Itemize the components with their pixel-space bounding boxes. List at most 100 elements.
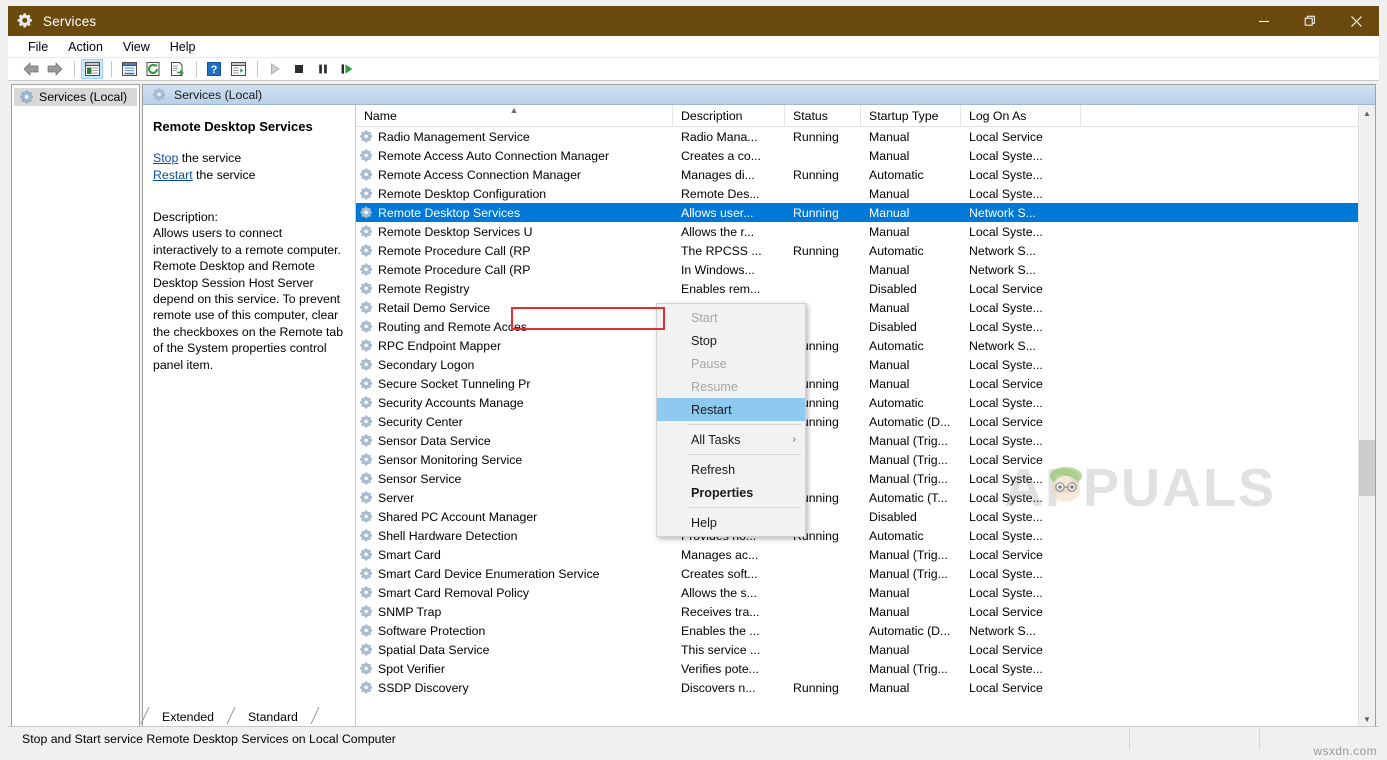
toolbar-separator — [111, 61, 112, 77]
table-row[interactable]: Shell Hardware DetectionProvides no...Ru… — [356, 526, 1375, 545]
table-row[interactable]: Sensor Data ServiceDelivers dat...Manual… — [356, 431, 1375, 450]
table-row[interactable]: Spatial Data Service This service ... Manu… — [356, 640, 1375, 659]
cell-name: Smart Card — [356, 545, 673, 564]
table-row[interactable]: Secure Socket Tunneling PrProvides su...… — [356, 374, 1375, 393]
cell-text: Automatic (D... — [869, 414, 951, 429]
cell-name: Radio Management Service — [356, 127, 673, 146]
context-menu-item-properties[interactable]: Properties — [657, 481, 805, 504]
table-row[interactable]: Remote Access Connection Manager Manages … — [356, 165, 1375, 184]
cell-text: Remote Procedure Call (RP — [378, 262, 531, 277]
column-header-name[interactable]: Name ▲ — [356, 105, 673, 126]
menu-help[interactable]: Help — [160, 38, 206, 56]
context-menu-item-all-tasks[interactable]: All Tasks › — [657, 428, 805, 451]
cell-text: Running — [793, 167, 839, 182]
table-row[interactable]: Shared PC Account ManagerManages pr...Di… — [356, 507, 1375, 526]
scroll-up-arrow-icon[interactable]: ▲ — [1359, 105, 1375, 122]
column-header-log-on-as[interactable]: Log On As — [961, 105, 1081, 126]
table-row[interactable]: Routing and Remote AccesOffers routi...D… — [356, 317, 1375, 336]
pause-service-icon[interactable] — [312, 59, 334, 79]
table-row[interactable]: Smart Card Device Enumeration Service Cre… — [356, 564, 1375, 583]
start-service-icon[interactable] — [264, 59, 286, 79]
table-row[interactable]: Remote Desktop Configuration Remote Des..… — [356, 184, 1375, 203]
table-row[interactable]: Remote Desktop Services U Allows the r...… — [356, 222, 1375, 241]
restart-service-link[interactable]: Restart — [153, 168, 193, 182]
properties-icon[interactable] — [118, 59, 140, 79]
table-row[interactable]: Smart Card Manages ac... Manual (Trig... Lo… — [356, 545, 1375, 564]
table-row[interactable]: Remote Registry Enables rem... Disabled Loc… — [356, 279, 1375, 298]
tab-standard[interactable]: Standard — [236, 709, 310, 725]
cell-text: Manual (Trig... — [869, 471, 948, 486]
menu-action[interactable]: Action — [58, 38, 113, 56]
table-row[interactable]: ServerSupports fil...RunningAutomatic (T… — [356, 488, 1375, 507]
service-gear-icon — [360, 149, 373, 162]
back-icon[interactable] — [20, 59, 42, 79]
context-menu-item-restart[interactable]: Restart — [657, 398, 805, 421]
refresh-icon[interactable] — [142, 59, 164, 79]
table-row[interactable]: SNMP Trap Receives tra... Manual Local Serv… — [356, 602, 1375, 621]
minimize-icon[interactable] — [1241, 6, 1287, 36]
context-menu-item-help[interactable]: Help — [657, 511, 805, 534]
stop-service-icon[interactable] — [288, 59, 310, 79]
cell-startup-type: Automatic — [861, 393, 961, 412]
restart-service-icon[interactable] — [336, 59, 358, 79]
cell-description: Allows user... — [673, 203, 785, 222]
scrollbar-track[interactable] — [1359, 122, 1375, 711]
context-menu-item-stop[interactable]: Stop — [657, 329, 805, 352]
table-row[interactable]: Software Protection Enables the ... Automa… — [356, 621, 1375, 640]
service-action-links: Stop the service Restart the service — [153, 150, 345, 184]
cell-text: Remote Registry — [378, 281, 470, 296]
table-row[interactable]: Security Accounts ManageThe startup ...R… — [356, 393, 1375, 412]
scrollbar-thumb[interactable] — [1359, 440, 1375, 496]
cell-name: Retail Demo Service — [356, 298, 673, 317]
stop-service-link[interactable]: Stop — [153, 151, 178, 165]
table-row[interactable]: Remote Desktop Services Allows user... Run… — [356, 203, 1375, 222]
cell-name: Remote Procedure Call (RP — [356, 260, 673, 279]
menu-view[interactable]: View — [113, 38, 160, 56]
cell-text: Manual (Trig... — [869, 433, 948, 448]
help-icon[interactable]: ? — [203, 59, 225, 79]
show-hide-console-tree-icon[interactable] — [81, 59, 103, 79]
close-icon[interactable] — [1333, 6, 1379, 36]
restore-icon[interactable] — [1287, 6, 1333, 36]
table-row[interactable]: Spot Verifier Verifies pote... Manual (Tri… — [356, 659, 1375, 678]
tab-extended[interactable]: Extended — [150, 709, 226, 725]
table-row[interactable]: Remote Procedure Call (RP The RPCSS ... Ru… — [356, 241, 1375, 260]
cell-log-on-as: Local Syste... — [961, 298, 1081, 317]
tree-node-services-local[interactable]: Services (Local) — [14, 88, 137, 106]
table-row[interactable]: SSDP Discovery Discovers n... Running Manua… — [356, 678, 1375, 697]
show-hide-action-pane-icon[interactable] — [227, 59, 249, 79]
forward-icon[interactable] — [44, 59, 66, 79]
cell-name: Sensor Monitoring Service — [356, 450, 673, 469]
table-row[interactable]: Retail Demo ServiceThe Retail D...Manual… — [356, 298, 1375, 317]
tree-node-label: Services (Local) — [39, 90, 128, 104]
cell-text: Sensor Service — [378, 471, 462, 486]
table-row[interactable]: Smart Card Removal Policy Allows the s...… — [356, 583, 1375, 602]
cell-log-on-as: Network S... — [961, 203, 1081, 222]
column-header-startup-type[interactable]: Startup Type — [861, 105, 961, 126]
cell-text: Security Center — [378, 414, 463, 429]
context-menu-item-refresh[interactable]: Refresh — [657, 458, 805, 481]
cell-log-on-as: Network S... — [961, 336, 1081, 355]
cell-log-on-as: Local Syste... — [961, 184, 1081, 203]
column-header-status[interactable]: Status — [785, 105, 861, 126]
services-gear-icon — [16, 12, 34, 30]
table-row[interactable]: Sensor Monitoring ServiceMonitors va...M… — [356, 450, 1375, 469]
table-row[interactable]: Remote Procedure Call (RP In Windows... Ma… — [356, 260, 1375, 279]
restart-service-line: Restart the service — [153, 167, 345, 184]
table-row[interactable]: Sensor ServiceA service fo...Manual (Tri… — [356, 469, 1375, 488]
table-row[interactable]: Radio Management Service Radio Mana... Run… — [356, 127, 1375, 146]
cell-status — [785, 640, 861, 659]
export-list-icon[interactable] — [166, 59, 188, 79]
column-header-description[interactable]: Description — [673, 105, 785, 126]
service-gear-icon — [360, 567, 373, 580]
list-vertical-scrollbar[interactable]: ▲ ▼ — [1358, 105, 1375, 728]
cell-text: Automatic (T... — [869, 490, 948, 505]
results-pane: Services (Local) Remote Desktop Services… — [142, 84, 1376, 729]
table-row[interactable]: Remote Access Auto Connection Manager Cre… — [356, 146, 1375, 165]
table-row[interactable]: RPC Endpoint MapperResolves RP...Running… — [356, 336, 1375, 355]
cell-text: SSDP Discovery — [378, 680, 469, 695]
menu-file[interactable]: File — [18, 38, 58, 56]
table-row[interactable]: Security CenterThe WSCSV...RunningAutoma… — [356, 412, 1375, 431]
context-menu-item-label: Refresh — [691, 462, 736, 477]
table-row[interactable]: Secondary LogonEnables star...ManualLoca… — [356, 355, 1375, 374]
